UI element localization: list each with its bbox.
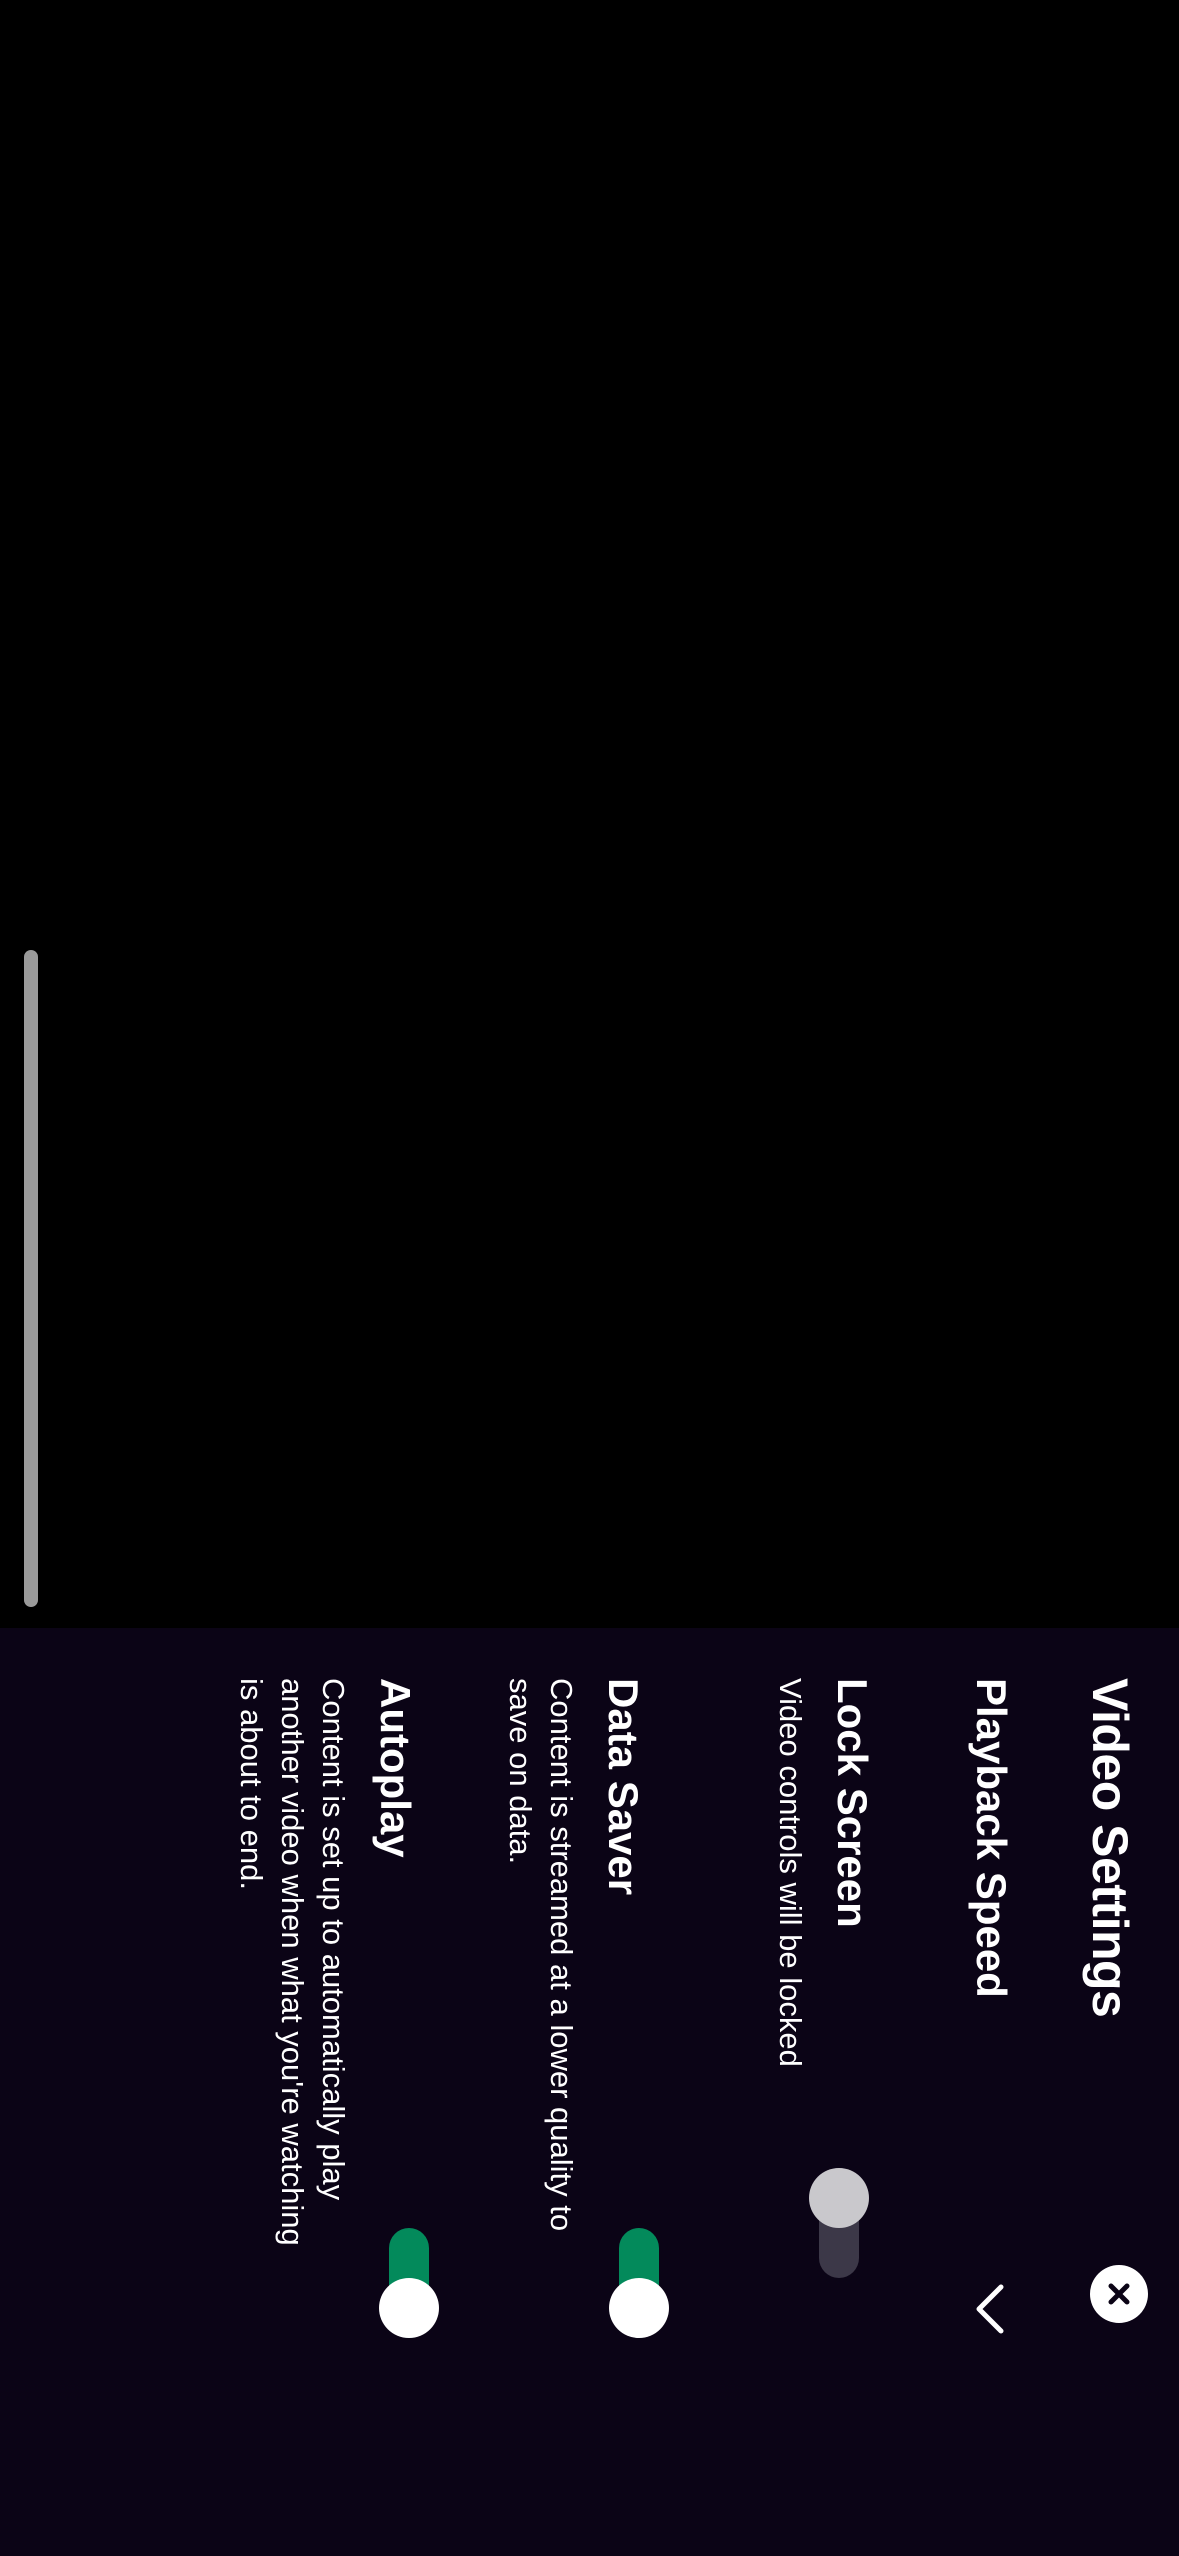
lock-screen-description: Video controls will be locked	[773, 1678, 808, 2067]
autoplay-label: Autoplay	[372, 1678, 419, 1858]
close-button[interactable]	[1090, 2265, 1148, 2323]
data-saver-description: Content is streamed at a lower quality t…	[503, 1678, 579, 2232]
video-player-area[interactable]	[0, 0, 1179, 1628]
video-scrollbar[interactable]	[24, 950, 38, 1607]
lock-screen-toggle-thumb	[809, 2168, 869, 2228]
data-saver-label: Data Saver	[600, 1678, 647, 1896]
video-settings-sheet: Video Settings Playback Speed Lock Scree…	[0, 1628, 1179, 2556]
autoplay-description: Content is set up to automatically play …	[234, 1678, 351, 2246]
autoplay-toggle[interactable]	[379, 2228, 439, 2338]
playback-speed-label[interactable]: Playback Speed	[968, 1678, 1015, 1998]
playback-speed-expand-button[interactable]	[961, 2279, 1021, 2339]
close-icon	[1108, 2283, 1130, 2305]
autoplay-toggle-thumb	[379, 2278, 439, 2338]
chevron-down-icon	[976, 2284, 1004, 2334]
data-saver-toggle-thumb	[609, 2278, 669, 2338]
lock-screen-toggle[interactable]	[809, 2168, 869, 2278]
video-settings-content: Video Settings Playback Speed Lock Scree…	[0, 1628, 1179, 2556]
panel-title: Video Settings	[1082, 1678, 1138, 2018]
data-saver-toggle[interactable]	[609, 2228, 669, 2338]
lock-screen-label: Lock Screen	[829, 1678, 876, 1928]
